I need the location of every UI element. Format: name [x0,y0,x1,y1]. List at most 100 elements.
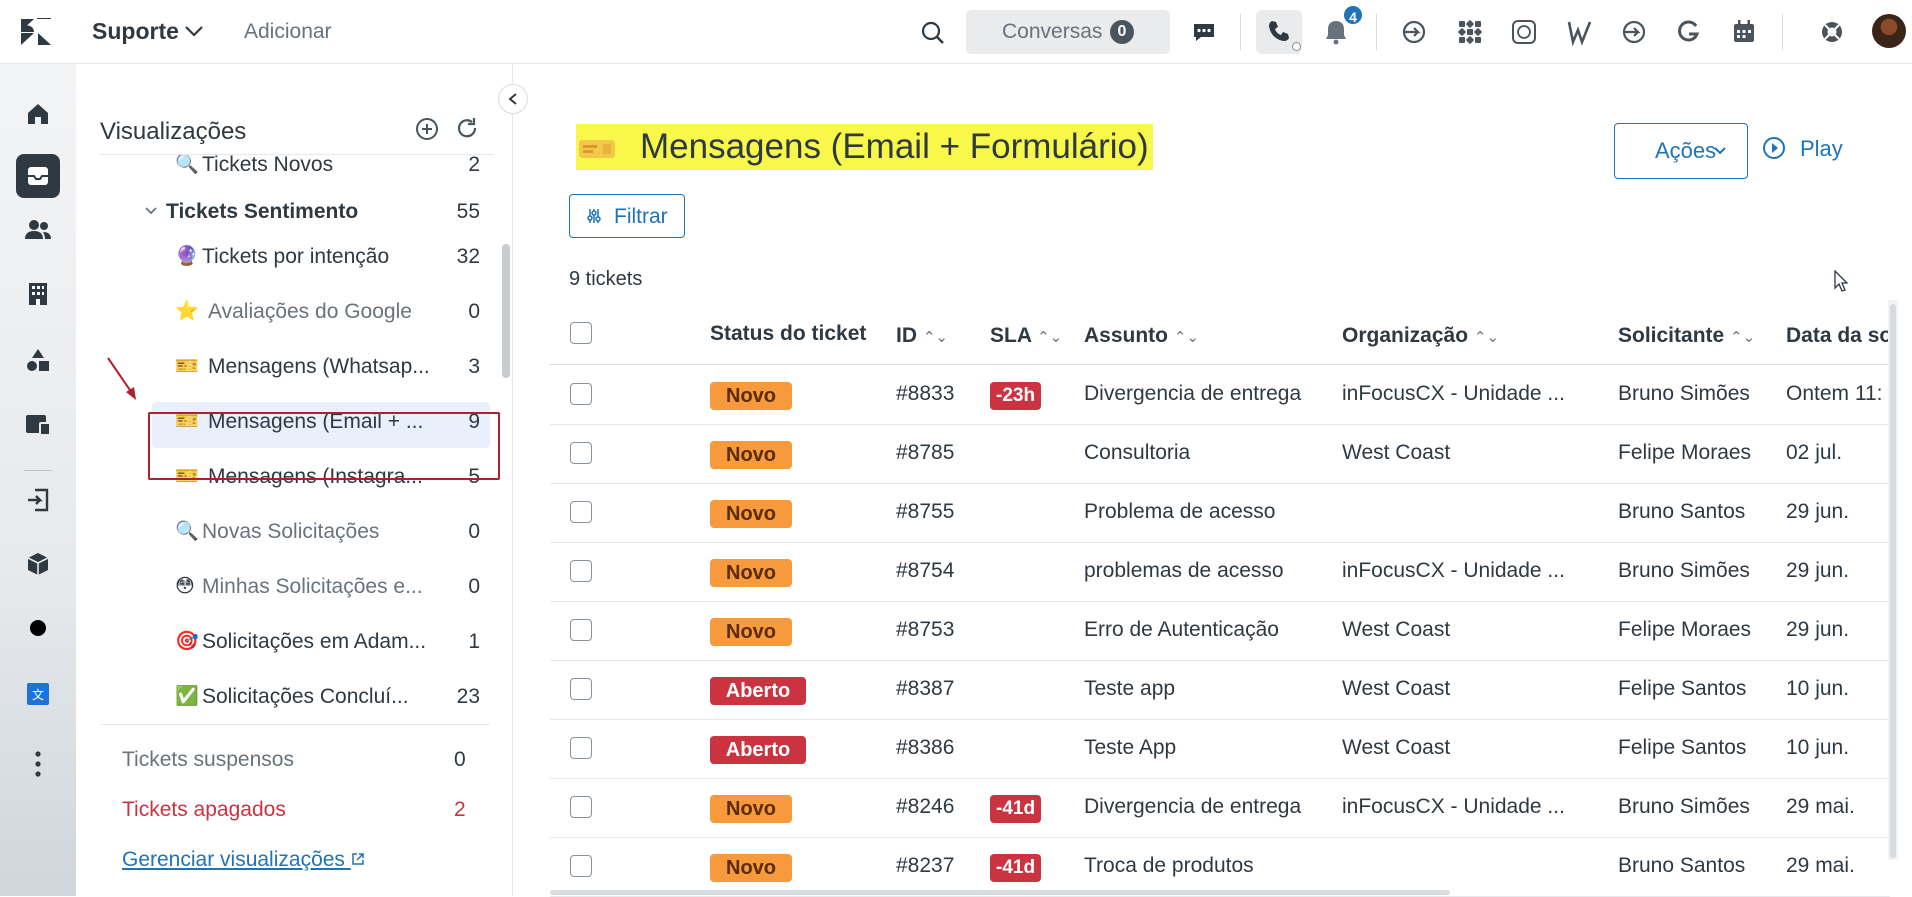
table-row[interactable]: Novo #8754 problemas de acesso inFocusCX - … [550,543,1890,602]
column-header-organization[interactable]: Organização ⌃⌄ [1342,324,1499,348]
ticket-id[interactable]: #8754 [896,559,954,583]
table-row[interactable]: Aberto #8386 Teste App West Coast Felipe San… [550,720,1890,779]
view-item-novas-solicitacoes[interactable]: 🔍 Novas Solicitações 0 [100,508,490,558]
column-header-request-date[interactable]: Data da so [1786,324,1888,348]
ticket-subject[interactable]: Divergencia de entrega [1084,795,1301,819]
ticket-organization[interactable]: West Coast [1342,736,1450,760]
ticket-subject[interactable]: Erro de Autenticação [1084,618,1279,642]
table-row[interactable]: Novo #8755 Problema de acesso Bruno Santos 2… [550,484,1890,543]
views-scrollbar[interactable] [502,244,510,378]
view-item-solicitacoes-concluidas[interactable]: ✅ Solicitações Concluí... 23 [100,673,490,723]
ticket-subject[interactable]: Consultoria [1084,441,1190,465]
organizations-icon[interactable] [22,278,54,310]
add-view-icon[interactable] [414,116,440,142]
conversations-button[interactable]: Conversas 0 [966,10,1170,54]
ticket-requester[interactable]: Felipe Moraes [1618,618,1751,642]
ticket-subject[interactable]: Troca de produtos [1084,854,1254,878]
transfer-icon-2[interactable] [1620,18,1648,46]
home-icon[interactable] [22,98,54,130]
view-item-mensagens-whatsapp[interactable]: 🎫 Mensagens (Whatsap... 3 [100,343,490,393]
row-checkbox[interactable] [570,442,592,464]
ticket-requester[interactable]: Bruno Simões [1618,795,1750,819]
ticket-organization[interactable]: inFocusCX - Unidade ... [1342,382,1565,406]
ticket-subject[interactable]: Teste app [1084,677,1175,701]
view-item-mensagens-instagram[interactable]: 🎫 Mensagens (Instagra... 5 [100,453,490,503]
chevron-down-icon[interactable] [144,206,158,216]
zendesk-logo-icon[interactable] [20,18,52,46]
ticket-id[interactable]: #8753 [896,618,954,642]
ticket-subject[interactable]: problemas de acesso [1084,559,1284,583]
select-all-checkbox[interactable] [570,322,592,344]
table-vertical-scrollbar[interactable] [1890,304,1896,858]
ticket-requester[interactable]: Bruno Santos [1618,854,1745,878]
view-item-tickets-novos[interactable]: 🔍 Tickets Novos 2 [100,155,490,191]
view-item-tickets-por-intencao[interactable]: 🔮 Tickets por intenção 32 [100,233,490,283]
ticket-id[interactable]: #8386 [896,736,954,760]
ticket-id[interactable]: #8785 [896,441,954,465]
row-checkbox[interactable] [570,383,592,405]
views-inbox-icon[interactable] [16,154,60,198]
table-row[interactable]: Novo #8246 -41d Divergencia de entrega inFoc… [550,779,1890,838]
actions-dropdown[interactable]: Ações [1614,123,1748,179]
ticket-subject[interactable]: Teste App [1084,736,1176,760]
g-app-icon[interactable] [1674,18,1702,46]
table-row[interactable]: Novo #8237 -41d Troca de produtos Bruno Sant… [550,838,1890,897]
transfer-icon[interactable] [1400,18,1428,46]
manage-views-link[interactable]: Gerenciar visualizações [122,848,365,872]
view-item-mensagens-email-selected[interactable]: 🎫 Mensagens (Email + ... 9 [100,398,490,448]
row-checkbox[interactable] [570,796,592,818]
cube-app-icon[interactable] [22,548,54,580]
product-switcher[interactable]: Suporte [92,18,179,45]
view-item-solicitacoes-andamento[interactable]: 🎯 Solicitações em Adam... 1 [100,618,490,668]
ticket-requester[interactable]: Bruno Simões [1618,559,1750,583]
ticket-organization[interactable]: inFocusCX - Unidade ... [1342,795,1565,819]
calendar-icon[interactable] [1730,18,1758,46]
add-button[interactable]: Adicionar [244,20,332,44]
table-row[interactable]: Novo #8753 Erro de Autenticação West Coast F… [550,602,1890,661]
ticket-organization[interactable]: West Coast [1342,618,1450,642]
ticket-id[interactable]: #8755 [896,500,954,524]
row-checkbox[interactable] [570,678,592,700]
login-app-icon[interactable] [22,484,54,516]
column-header-status[interactable]: Status do ticket [710,322,866,346]
filter-button[interactable]: Filtrar [569,194,685,238]
ticket-id[interactable]: #8833 [896,382,954,406]
refresh-icon[interactable] [454,116,480,142]
ticket-requester[interactable]: Bruno Santos [1618,500,1745,524]
admin-box-icon[interactable] [22,408,54,440]
table-horizontal-scrollbar[interactable] [550,890,1450,895]
ticket-requester[interactable]: Felipe Santos [1618,677,1746,701]
more-vertical-icon[interactable] [22,748,54,780]
phone-button[interactable] [1256,10,1302,54]
grid-app-icon[interactable] [1456,18,1484,46]
row-checkbox[interactable] [570,560,592,582]
chat-bubble-icon[interactable] [1190,18,1218,46]
ticket-subject[interactable]: Problema de acesso [1084,500,1275,524]
column-header-subject[interactable]: Assunto ⌃⌄ [1084,324,1199,348]
row-checkbox[interactable] [570,501,592,523]
ticket-id[interactable]: #8246 [896,795,954,819]
w-app-icon[interactable] [1566,18,1594,46]
view-item-avaliacoes-google[interactable]: ⭐ Avaliações do Google 0 [100,288,490,338]
ticket-requester[interactable]: Felipe Moraes [1618,441,1751,465]
ticket-requester[interactable]: Bruno Simões [1618,382,1750,406]
ticket-organization[interactable]: West Coast [1342,441,1450,465]
search-icon[interactable] [920,20,946,46]
ticket-organization[interactable]: inFocusCX - Unidade ... [1342,559,1565,583]
table-row[interactable]: Aberto #8387 Teste app West Coast Felipe San… [550,661,1890,720]
reporting-shapes-icon[interactable] [22,344,54,376]
view-group-tickets-sentimento[interactable]: Tickets Sentimento 55 [100,188,490,238]
deleted-tickets-link[interactable]: Tickets apagados [122,798,286,822]
column-header-requester[interactable]: Solicitante ⌃⌄ [1618,324,1755,348]
view-item-minhas-solicitacoes[interactable]: 😳 Minhas Solicitações e... 0 [100,563,490,613]
ticket-requester[interactable]: Felipe Santos [1618,736,1746,760]
table-row[interactable]: Novo #8785 Consultoria West Coast Felipe Mor… [550,425,1890,484]
user-avatar[interactable] [1872,14,1906,48]
dot-app-icon[interactable] [22,612,54,644]
table-row[interactable]: Novo #8833 -23h Divergencia de entrega inFoc… [550,366,1890,425]
customers-icon[interactable] [22,214,54,246]
column-header-id[interactable]: ID ⌃⌄ [896,324,948,348]
suspended-tickets-link[interactable]: Tickets suspensos [122,748,294,772]
ticket-subject[interactable]: Divergencia de entrega [1084,382,1301,406]
translate-app-icon[interactable]: 文 [22,678,54,710]
